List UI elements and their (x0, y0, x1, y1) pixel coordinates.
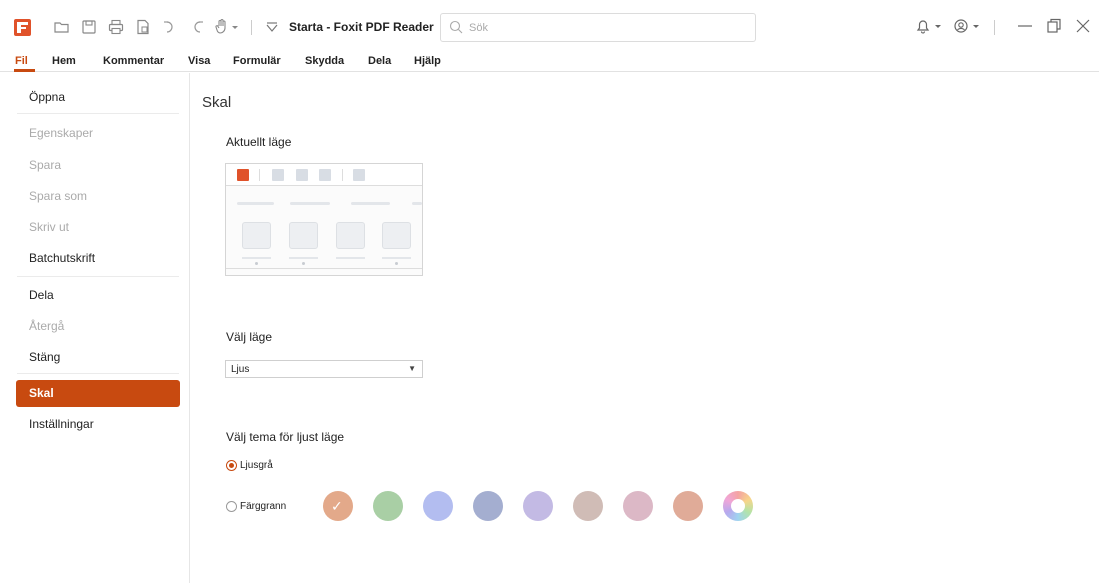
menu-bar: Fil Hem Kommentar Visa Formulär Skydda D… (0, 50, 1099, 72)
sidebar-item-spara-som: Spara som (29, 189, 88, 203)
color-swatch[interactable] (573, 491, 603, 521)
sidebar-item-spara: Spara (29, 158, 62, 172)
sidebar-divider (17, 113, 179, 114)
quick-access-dropdown-icon[interactable] (229, 17, 241, 37)
menu-hjalp[interactable]: Hjälp (414, 55, 441, 67)
sidebar-item-installningar[interactable]: Inställningar (29, 417, 94, 431)
preview-tool-icon (272, 169, 284, 181)
preview-toolbar (226, 164, 422, 186)
print-icon[interactable] (106, 17, 126, 37)
color-swatch[interactable] (423, 491, 453, 521)
menu-kommentar[interactable]: Kommentar (103, 55, 164, 67)
search-input[interactable] (469, 19, 739, 37)
file-sidebar: Öppna Egenskaper Spara Spara som Skriv u… (0, 73, 190, 583)
color-swatch[interactable] (673, 491, 703, 521)
sidebar-item-atergå: Återgå (29, 319, 65, 333)
theme-option-label: Ljusgrå (240, 460, 273, 471)
window-title: Starta - Foxit PDF Reader (289, 20, 434, 34)
menu-hem[interactable]: Hem (52, 55, 76, 67)
toolbar-divider (251, 20, 252, 35)
preview-logo-icon (237, 169, 249, 181)
mode-select-value: Ljus (231, 364, 250, 375)
title-bar: Starta - Foxit PDF Reader (0, 0, 1099, 50)
theme-label: Välj tema för ljust läge (226, 430, 345, 444)
color-swatch[interactable] (523, 491, 553, 521)
active-menu-indicator (14, 69, 35, 72)
theme-option-label: Färggrann (240, 501, 287, 512)
preview-tool-icon (319, 169, 331, 181)
page-title: Skal (202, 94, 232, 111)
search-icon (449, 20, 463, 34)
preview-card (242, 222, 271, 249)
preview-divider (342, 169, 343, 181)
theme-radio-ljusgra[interactable] (226, 460, 237, 471)
mode-preview-image (225, 163, 423, 276)
search-box[interactable] (440, 13, 756, 42)
menu-skydda[interactable]: Skydda (305, 55, 344, 67)
color-swatch[interactable] (473, 491, 503, 521)
bell-dropdown-icon[interactable] (933, 15, 943, 37)
preview-card (382, 222, 411, 249)
restore-icon[interactable] (1043, 15, 1065, 37)
minimize-icon[interactable] (1014, 15, 1036, 37)
sidebar-divider (17, 276, 179, 277)
account-dropdown-icon[interactable] (971, 15, 981, 37)
theme-radio-farggrann[interactable] (226, 501, 237, 512)
customize-toolbar-icon[interactable] (262, 17, 282, 37)
sidebar-item-stang[interactable]: Stäng (29, 350, 60, 364)
menu-visa[interactable]: Visa (188, 55, 210, 67)
undo-icon[interactable] (160, 17, 180, 37)
menu-formular[interactable]: Formulär (233, 55, 281, 67)
sidebar-divider (17, 373, 179, 374)
preview-card (336, 222, 365, 249)
preview-bar (290, 202, 330, 205)
save-icon[interactable] (79, 17, 99, 37)
sidebar-item-label: Skal (29, 386, 54, 400)
preview-bar (412, 202, 422, 205)
preview-line (382, 257, 411, 259)
sidebar-item-egenskaper: Egenskaper (29, 126, 94, 140)
preview-dot (395, 262, 398, 265)
preview-divider (259, 169, 260, 181)
preview-bar (237, 202, 274, 205)
preview-dot (255, 262, 258, 265)
menu-dela[interactable]: Dela (368, 55, 391, 67)
preview-bottom-line (226, 268, 422, 269)
preview-tool-icon (296, 169, 308, 181)
sidebar-item-batchutskrift[interactable]: Batchutskrift (29, 251, 95, 265)
sidebar-item-oppna[interactable]: Öppna (29, 90, 65, 104)
preview-line (289, 257, 318, 259)
redo-icon[interactable] (187, 17, 207, 37)
checkmark-icon: ✓ (331, 498, 343, 514)
foxit-logo-icon[interactable] (14, 19, 31, 36)
open-folder-icon[interactable] (52, 17, 72, 37)
preview-card (289, 222, 318, 249)
close-icon[interactable] (1072, 15, 1094, 37)
mode-select[interactable]: Ljus ▼ (225, 360, 423, 378)
custom-color-swatch[interactable] (723, 491, 753, 521)
account-icon[interactable] (950, 15, 972, 37)
choose-mode-label: Välj läge (226, 330, 273, 344)
color-swatch[interactable]: ✓ (323, 491, 353, 521)
document-icon[interactable] (133, 17, 153, 37)
preview-line (242, 257, 271, 259)
bell-icon[interactable] (912, 15, 934, 37)
sidebar-item-skal[interactable]: Skal (16, 380, 180, 407)
color-swatch[interactable] (373, 491, 403, 521)
preview-tool-icon (353, 169, 365, 181)
preview-bar (351, 202, 390, 205)
preview-dot (302, 262, 305, 265)
preview-line (336, 257, 365, 259)
window-controls-divider (994, 20, 995, 35)
color-swatch[interactable] (623, 491, 653, 521)
chevron-down-icon: ▼ (408, 364, 416, 373)
sidebar-item-dela[interactable]: Dela (29, 288, 54, 302)
current-mode-label: Aktuellt läge (226, 135, 292, 149)
sidebar-item-skriv-ut: Skriv ut (29, 220, 70, 234)
menu-fil[interactable]: Fil (15, 55, 28, 67)
